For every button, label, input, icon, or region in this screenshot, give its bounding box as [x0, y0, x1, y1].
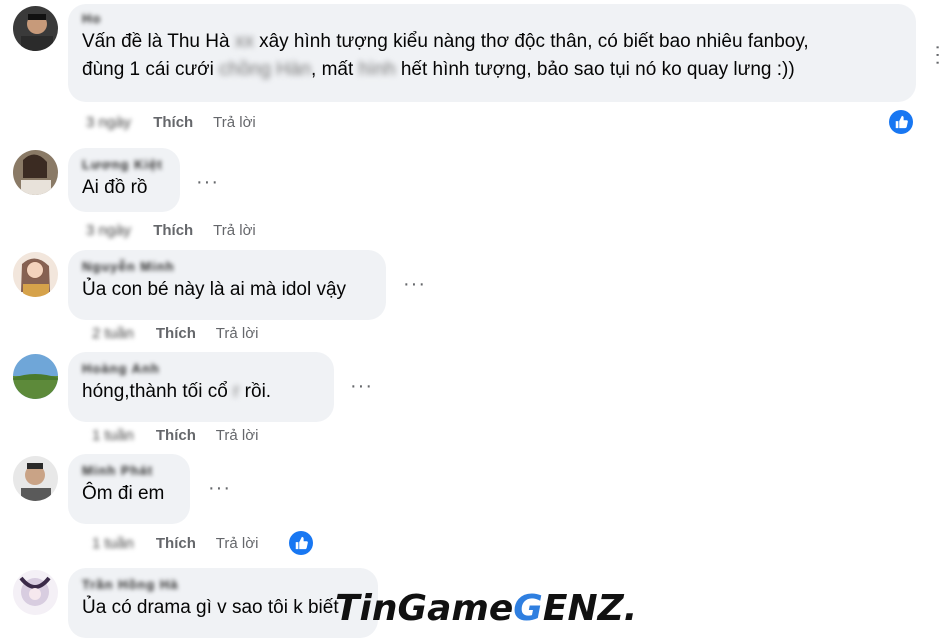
commenter-name[interactable]: Trần Hồng Hà [82, 576, 179, 594]
comment-actions: 3 ngày Thích Trả lời [86, 113, 256, 133]
more-icon[interactable]: ··· [403, 274, 426, 294]
more-icon[interactable]: ··· [208, 478, 231, 498]
reply-button[interactable]: Trả lời [213, 114, 256, 131]
comment-bubble: Ho Vấn đề là Thu Hà xx xây hình tượng ki… [68, 4, 916, 102]
avatar[interactable] [13, 6, 58, 51]
watermark-logo: TinGameGENZ. [335, 588, 638, 629]
comment-actions: 3 ngày Thích Trả lời [86, 221, 256, 241]
like-button[interactable]: Thích [156, 535, 196, 552]
reply-button[interactable]: Trả lời [216, 325, 259, 342]
comment-actions: 1 tuần Thích Trả lời [92, 534, 258, 554]
reply-button[interactable]: Trả lời [216, 427, 259, 444]
comment-text-line2: đùng 1 cái cưới chồng Hàn, mất hình hết … [82, 59, 795, 80]
like-button[interactable]: Thích [156, 427, 196, 444]
like-button[interactable]: Thích [156, 325, 196, 342]
more-icon[interactable]: ··· [196, 172, 219, 192]
comment-text: Ôm đi em [82, 483, 165, 504]
comment-text: Ai đồ rồ [82, 177, 148, 198]
comment-text: hóng,thành tối cổ r rồi. [82, 381, 272, 402]
comment-bubble: Nguyễn Minh Ủa con bé này là ai mà idol … [68, 250, 386, 320]
commenter-name[interactable]: Hoàng Anh [82, 360, 160, 378]
commenter-name[interactable]: Nguyễn Minh [82, 258, 175, 276]
thumbs-up-icon[interactable] [289, 531, 313, 555]
comment-text: Vấn đề là Thu Hà xx xây hình tượng kiểu … [82, 31, 809, 52]
reply-button[interactable]: Trả lời [213, 222, 256, 239]
reply-button[interactable]: Trả lời [216, 535, 259, 552]
avatar[interactable] [13, 150, 58, 195]
commenter-name[interactable]: Ho [82, 10, 101, 28]
comment-bubble: Hoàng Anh hóng,thành tối cổ r rồi. [68, 352, 334, 422]
comment-actions: 1 tuần Thích Trả lời [92, 426, 258, 446]
comment-time[interactable]: 3 ngày [86, 113, 131, 133]
comment-text: Ủa con bé này là ai mà idol vậy [82, 279, 347, 300]
avatar[interactable] [13, 252, 58, 297]
comment-bubble: Trần Hồng Hà Ủa có drama gì v sao tôi k … [68, 568, 378, 638]
comment-bubble: Minh Phát Ôm đi em [68, 454, 190, 524]
avatar[interactable] [13, 570, 58, 615]
thumbs-up-icon[interactable] [889, 110, 913, 134]
avatar[interactable] [13, 456, 58, 501]
commenter-name[interactable]: Lương Kiệt [82, 156, 163, 174]
more-icon[interactable]: ··· [350, 376, 373, 396]
avatar[interactable] [13, 354, 58, 399]
like-button[interactable]: Thích [153, 114, 193, 131]
comment-time[interactable]: 1 tuần [92, 534, 134, 554]
more-icon[interactable]: ··· [927, 44, 940, 67]
like-button[interactable]: Thích [153, 222, 193, 239]
comment-time[interactable]: 2 tuần [92, 324, 134, 344]
comment-time[interactable]: 1 tuần [92, 426, 134, 446]
comment-actions: 2 tuần Thích Trả lời [92, 324, 258, 344]
commenter-name[interactable]: Minh Phát [82, 462, 153, 480]
comment-text: Ủa có drama gì v sao tôi k biết [82, 597, 339, 618]
comment-bubble: Lương Kiệt Ai đồ rồ [68, 148, 180, 212]
comment-time[interactable]: 3 ngày [86, 221, 131, 241]
